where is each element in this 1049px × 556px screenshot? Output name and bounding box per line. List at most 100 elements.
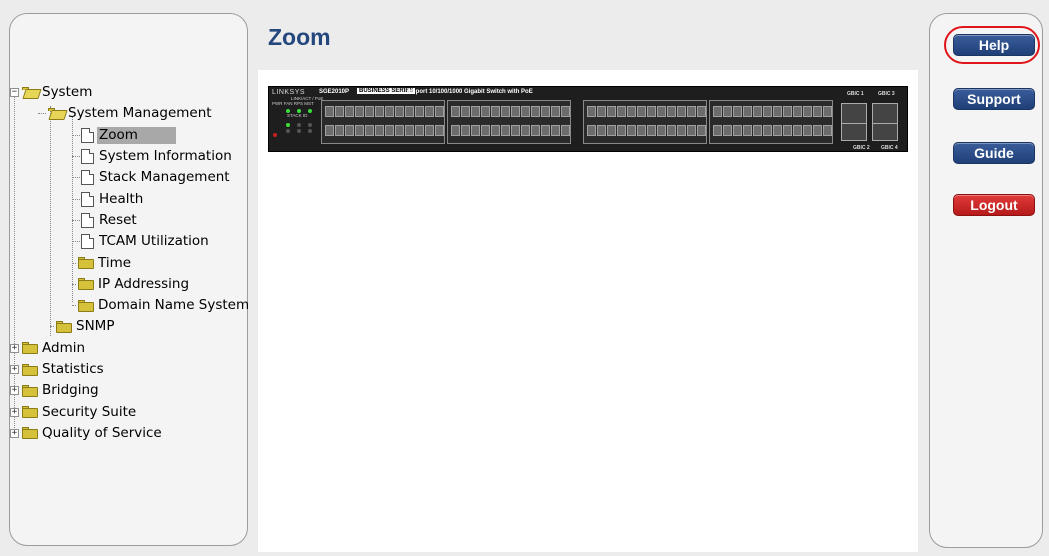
brand-logo: LINKSYS bbox=[272, 89, 306, 96]
ethernet-port bbox=[415, 125, 424, 136]
ethernet-port bbox=[637, 106, 646, 117]
expand-icon[interactable]: + bbox=[10, 407, 19, 417]
folder-open-icon bbox=[21, 86, 42, 100]
ethernet-port bbox=[647, 106, 656, 117]
folder-icon bbox=[21, 426, 39, 440]
tree-item-stack-management[interactable]: Stack Management bbox=[10, 167, 238, 188]
page-title: Zoom bbox=[268, 24, 331, 50]
ethernet-port bbox=[355, 106, 364, 117]
tree-item-ip-addressing[interactable]: IP Addressing bbox=[10, 274, 238, 295]
ethernet-port bbox=[687, 125, 696, 136]
logout-button[interactable]: Logout bbox=[953, 194, 1035, 216]
ethernet-port bbox=[723, 106, 732, 117]
ethernet-port bbox=[723, 125, 732, 136]
ethernet-port bbox=[627, 106, 636, 117]
tree-item-label: Quality of Service bbox=[42, 424, 162, 441]
device-description: 48-port 10/100/1000 Gigabit Switch with … bbox=[407, 89, 533, 95]
status-led bbox=[286, 123, 290, 127]
gbic-label: GBIC 4 bbox=[881, 145, 898, 151]
ethernet-port bbox=[551, 125, 560, 136]
tree-item-label: Admin bbox=[42, 339, 86, 356]
tree-item-label: IP Addressing bbox=[98, 275, 190, 292]
ethernet-port bbox=[471, 125, 480, 136]
ethernet-port bbox=[335, 125, 344, 136]
status-led bbox=[297, 109, 301, 113]
tree-item-reset[interactable]: Reset bbox=[10, 210, 238, 231]
tree-item-label: Reset bbox=[99, 211, 137, 228]
ethernet-port bbox=[823, 125, 832, 136]
ethernet-port bbox=[451, 106, 460, 117]
document-icon bbox=[81, 191, 94, 207]
tree-item-zoom[interactable]: Zoom bbox=[10, 125, 238, 146]
ethernet-port bbox=[395, 106, 404, 117]
expand-icon[interactable]: + bbox=[10, 386, 19, 396]
ethernet-port bbox=[823, 106, 832, 117]
ethernet-port bbox=[425, 106, 434, 117]
tree-item-admin[interactable]: + Admin bbox=[10, 338, 238, 359]
ethernet-port bbox=[773, 125, 782, 136]
ethernet-port bbox=[773, 106, 782, 117]
tree-item-system-management[interactable]: System Management bbox=[10, 103, 238, 124]
ethernet-port bbox=[713, 125, 722, 136]
tree-item-system[interactable]: − System bbox=[10, 82, 238, 103]
expand-icon[interactable]: + bbox=[10, 365, 19, 374]
ethernet-port bbox=[541, 106, 550, 117]
guide-button[interactable]: Guide bbox=[953, 142, 1035, 164]
ethernet-port bbox=[677, 125, 686, 136]
ethernet-port bbox=[551, 106, 560, 117]
tree-item-time[interactable]: Time bbox=[10, 252, 238, 273]
folder-icon bbox=[21, 363, 39, 377]
gbic-label: GBIC 3 bbox=[878, 91, 895, 97]
expand-icon[interactable]: + bbox=[10, 428, 19, 438]
document-icon bbox=[81, 212, 94, 228]
help-button[interactable]: Help bbox=[953, 34, 1035, 56]
ethernet-port bbox=[813, 125, 822, 136]
ethernet-port bbox=[753, 125, 762, 136]
status-led bbox=[286, 129, 290, 133]
document-icon bbox=[81, 127, 94, 143]
ethernet-port bbox=[753, 106, 762, 117]
ethernet-port bbox=[657, 125, 666, 136]
tree-item-label: Zoom bbox=[97, 126, 176, 144]
tree-item-bridging[interactable]: + Bridging bbox=[10, 380, 238, 401]
support-button[interactable]: Support bbox=[953, 88, 1035, 110]
folder-icon bbox=[21, 341, 39, 355]
tree-item-statistics[interactable]: + Statistics bbox=[10, 359, 238, 380]
ethernet-port bbox=[355, 125, 364, 136]
ethernet-port bbox=[375, 106, 384, 117]
ethernet-port bbox=[481, 125, 490, 136]
tree-item-system-information[interactable]: System Information bbox=[10, 146, 238, 167]
tree-item-label: SNMP bbox=[76, 318, 115, 335]
ethernet-port bbox=[697, 125, 706, 136]
gbic-label: GBIC 1 bbox=[847, 91, 864, 97]
ethernet-port bbox=[587, 125, 596, 136]
tree-item-tcam-utilization[interactable]: TCAM Utilization bbox=[10, 231, 238, 252]
tree-item-label: Domain Name System bbox=[98, 297, 250, 314]
status-led bbox=[297, 123, 301, 127]
ethernet-port bbox=[803, 125, 812, 136]
status-led bbox=[308, 123, 312, 127]
expand-icon[interactable]: + bbox=[10, 343, 19, 353]
ethernet-port bbox=[647, 125, 656, 136]
gbic-label: GBIC 2 bbox=[853, 145, 870, 151]
ethernet-port bbox=[415, 106, 424, 117]
collapse-icon[interactable]: − bbox=[10, 88, 19, 98]
ethernet-port bbox=[617, 125, 626, 136]
tree-item-label: System Information bbox=[99, 148, 232, 165]
ethernet-port bbox=[491, 125, 500, 136]
ethernet-port bbox=[733, 106, 742, 117]
tree-item-health[interactable]: Health bbox=[10, 188, 238, 209]
tree-item-domain-name-system[interactable]: Domain Name System bbox=[10, 295, 249, 316]
ethernet-port bbox=[793, 125, 802, 136]
tree-item-security-suite[interactable]: + Security Suite bbox=[10, 401, 238, 422]
status-led bbox=[286, 109, 290, 113]
tree-item-snmp[interactable]: SNMP bbox=[10, 316, 238, 337]
ethernet-port bbox=[461, 125, 470, 136]
folder-icon bbox=[21, 384, 39, 398]
status-led bbox=[308, 129, 312, 133]
gbic-slot bbox=[872, 123, 898, 141]
tree-item-quality-of-service[interactable]: + Quality of Service bbox=[10, 423, 238, 444]
ethernet-port bbox=[451, 125, 460, 136]
ethernet-port bbox=[541, 125, 550, 136]
link-act-label: LINK/ACT / PoE bbox=[291, 96, 324, 101]
